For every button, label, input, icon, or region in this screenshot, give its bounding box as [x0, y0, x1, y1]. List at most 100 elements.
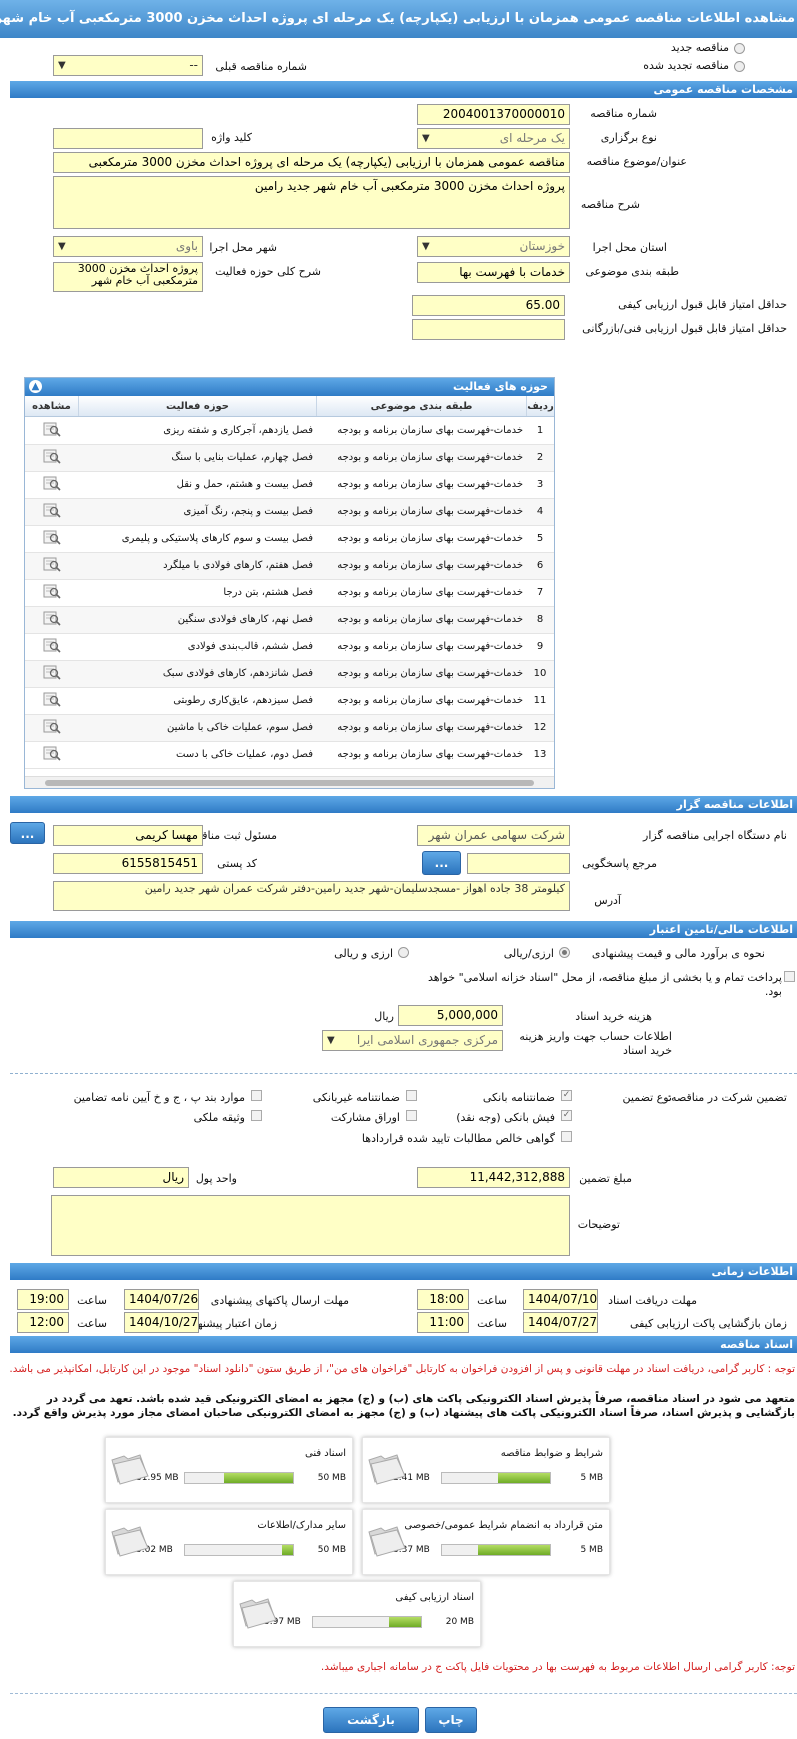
keyword-label: کلید واژه	[211, 131, 252, 144]
open-date[interactable]: 1404/07/27	[523, 1312, 598, 1333]
account-select[interactable]: مرکزی جمهوری اسلامی ایرا ▼	[322, 1030, 503, 1051]
magnifier-icon[interactable]	[43, 475, 61, 491]
prev-tender-select[interactable]: -- ▼	[53, 55, 203, 76]
doc-progress-fill	[498, 1473, 550, 1483]
print-button[interactable]: چاپ	[425, 1707, 477, 1733]
magnifier-icon[interactable]	[43, 583, 61, 599]
registrar-lookup-button[interactable]: ...	[10, 822, 45, 844]
view-cell	[25, 741, 78, 769]
unit-field[interactable]: ریال	[53, 1167, 189, 1188]
back-button[interactable]: بازگشت	[323, 1707, 419, 1733]
g-bank-label: ضمانتنامه بانکی	[482, 1091, 555, 1104]
g-nonbank-checkbox[interactable]	[406, 1090, 417, 1101]
province-label: استان محل اجرا	[592, 241, 667, 254]
city-select[interactable]: باوی ▼	[53, 236, 203, 257]
open-time[interactable]: 11:00	[417, 1312, 469, 1333]
magnifier-icon[interactable]	[43, 637, 61, 653]
activities-title: حوزه های فعالیت	[453, 380, 548, 393]
row-number: 3	[526, 471, 554, 499]
doc-max-size: 50 MB	[317, 1473, 346, 1483]
table-row: 11 خدمات-فهرست بهای سازمان برنامه و بودجه…	[25, 687, 554, 715]
g-property-checkbox[interactable]	[251, 1110, 262, 1121]
doc-fee-field[interactable]: 5,000,000	[398, 1005, 503, 1026]
islamic-treasury-checkbox[interactable]	[784, 971, 795, 982]
notes-field[interactable]	[51, 1195, 570, 1256]
doc-receive-date[interactable]: 1404/07/10	[523, 1289, 598, 1310]
province-select[interactable]: خوزستان ▼	[417, 236, 570, 257]
doc-receive-time[interactable]: 18:00	[417, 1289, 469, 1310]
submit-label: مهلت ارسال پاکتهای پیشنهادی	[210, 1294, 349, 1307]
scrollbar-thumb[interactable]	[45, 780, 534, 786]
ref-lookup-button[interactable]: ...	[422, 851, 461, 875]
keyword-field[interactable]	[53, 128, 203, 149]
address-field[interactable]: کیلومتر 38 جاده اهواز -مسجدسلیمان-شهر جد…	[53, 881, 570, 911]
time-label: ساعت	[77, 1294, 107, 1307]
magnifier-icon[interactable]	[43, 421, 61, 437]
magnifier-icon[interactable]	[43, 664, 61, 680]
doc-progress-fill	[282, 1545, 293, 1555]
min-quality-field[interactable]: 65.00	[412, 295, 565, 316]
row-field: فصل بیست و سوم کارهای پلاستیکی و پلیمری	[78, 525, 316, 553]
magnifier-icon[interactable]	[43, 718, 61, 734]
g-cash-checkbox[interactable]: ✓	[561, 1110, 572, 1121]
activity-desc-field[interactable]: پروژه احداث مخزن 3000 مترمکعبی آب خام شه…	[53, 262, 203, 292]
subject-field[interactable]: مناقصه عمومی همزمان با ارزیابی (یکپارچه)…	[53, 152, 570, 173]
g-bank-checkbox[interactable]: ✓	[561, 1090, 572, 1101]
magnifier-icon[interactable]	[43, 691, 61, 707]
collapse-icon[interactable]: ▲	[29, 380, 42, 393]
amount-label: مبلغ تضمین	[579, 1172, 632, 1185]
org-field[interactable]: شرکت سهامی عمران شهر	[417, 825, 570, 846]
tender-no-field[interactable]: 2004001370000010	[417, 104, 570, 125]
doc-progress-fill	[477, 1545, 550, 1555]
magnifier-icon[interactable]	[43, 502, 61, 518]
g-claims-checkbox[interactable]	[561, 1131, 572, 1142]
doc-file-card[interactable]: شرایط و ضوابط مناقصه 5 MB 2.41 MB	[362, 1437, 610, 1503]
registrar-field[interactable]: مهسا کریمی	[53, 825, 203, 846]
table-row: 12 خدمات-فهرست بهای سازمان برنامه و بودجه…	[25, 714, 554, 742]
desc-field[interactable]: پروژه احداث مخزن 3000 مترمکعبی آب خام شه…	[53, 176, 570, 229]
row-field: فصل ششم، قالب‌بندی فولادی	[78, 633, 316, 661]
row-number: 10	[526, 660, 554, 688]
g-items-checkbox[interactable]	[251, 1090, 262, 1101]
validity-date[interactable]: 1404/10/27	[124, 1312, 199, 1333]
holding-select[interactable]: یک مرحله ای ▼	[417, 128, 570, 149]
activities-header: حوزه های فعالیت ▲	[25, 378, 554, 396]
renewed-tender-radio[interactable]	[734, 61, 745, 72]
view-cell	[25, 687, 78, 715]
magnifier-icon[interactable]	[43, 745, 61, 761]
validity-time[interactable]: 12:00	[17, 1312, 69, 1333]
ref-field[interactable]	[467, 853, 570, 874]
row-field: فصل دوم، عملیات خاکی با دست	[78, 741, 316, 769]
ref-label: مرجع پاسخگویی	[582, 857, 657, 870]
min-tech-field[interactable]	[412, 319, 565, 340]
row-category: خدمات-فهرست بهای سازمان برنامه و بودجه	[316, 633, 526, 661]
g-bonds-checkbox[interactable]	[406, 1110, 417, 1121]
category-field[interactable]: خدمات با فهرست بها	[417, 262, 570, 283]
table-row: 10 خدمات-فهرست بهای سازمان برنامه و بودجه…	[25, 660, 554, 688]
fx-radio[interactable]	[398, 947, 409, 958]
magnifier-icon[interactable]	[43, 529, 61, 545]
row-field: فصل هشتم، بتن درجا	[78, 579, 316, 607]
doc-file-card[interactable]: اسناد فنی 50 MB 31.95 MB	[105, 1437, 353, 1503]
magnifier-icon[interactable]	[43, 556, 61, 572]
magnifier-icon[interactable]	[43, 610, 61, 626]
open-label: زمان بازگشایی پاکت ارزیابی کیفی	[629, 1317, 787, 1330]
col-category: طبقه بندی موضوعی	[316, 396, 526, 416]
doc-file-card[interactable]: سایر مدارک/اطلاعات 50 MB 5.02 MB	[105, 1509, 353, 1575]
doc-file-card[interactable]: اسناد ارزیابی کیفی 20 MB 5.97 MB	[233, 1581, 481, 1647]
horizontal-scrollbar[interactable]	[25, 776, 554, 788]
rial-radio[interactable]	[559, 947, 570, 958]
amount-field[interactable]: 11,442,312,888	[417, 1167, 570, 1188]
new-tender-radio[interactable]	[734, 43, 745, 54]
doc-file-name: سایر مدارک/اطلاعات	[257, 1520, 346, 1531]
submit-time[interactable]: 19:00	[17, 1289, 69, 1310]
doc-file-card[interactable]: متن قرارداد به انضمام شرایط عمومی/خصوصی 5…	[362, 1509, 610, 1575]
desc-label: شرح مناقصه	[580, 198, 640, 211]
magnifier-icon[interactable]	[43, 448, 61, 464]
postal-field[interactable]: 6155815451	[53, 853, 203, 874]
submit-date[interactable]: 1404/07/26	[124, 1289, 199, 1310]
row-number: 6	[526, 552, 554, 580]
row-number: 2	[526, 444, 554, 472]
organizer-section-header: اطلاعات مناقصه گزار	[10, 796, 797, 813]
g-bonds-label: اوراق مشارکت	[330, 1111, 400, 1124]
